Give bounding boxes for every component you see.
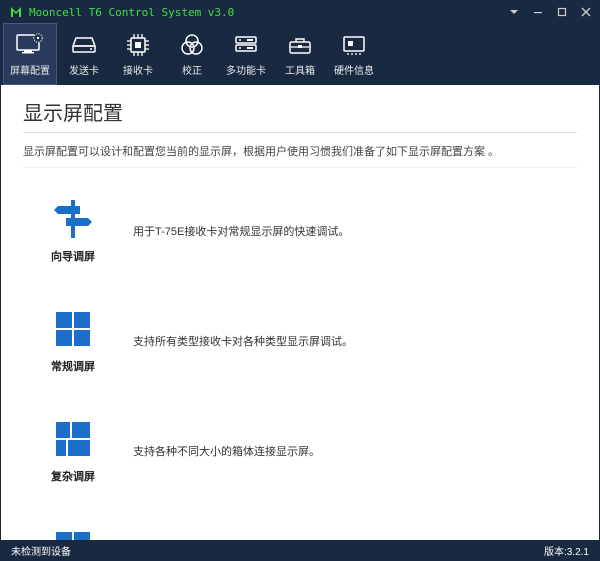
- hardware-info-icon: [339, 31, 369, 59]
- grid-2x2-icon: [52, 308, 94, 350]
- app-title: Mooncell T6 Control System v3.0: [29, 6, 509, 19]
- toolbar: 屏幕配置 发送卡 接收卡 校正 多功能卡: [1, 23, 599, 85]
- rgb-overlap-icon: [177, 31, 207, 59]
- tab-sender-card[interactable]: 发送卡: [57, 23, 111, 85]
- toolbar-label: 硬件信息: [334, 62, 374, 77]
- status-device: 未检测到设备: [11, 543, 544, 558]
- dropdown-icon[interactable]: [509, 7, 519, 17]
- tab-calibration[interactable]: 校正: [165, 23, 219, 85]
- toolbar-label: 工具箱: [285, 62, 315, 77]
- divider: [23, 132, 577, 133]
- option-label: 复杂调屏: [51, 468, 95, 484]
- toolbar-label: 校正: [182, 62, 202, 77]
- toolbox-icon: [285, 31, 315, 59]
- option-desc: 支持各种不同大小的箱体连接显示屏。: [133, 443, 320, 459]
- toolbar-label: 发送卡: [69, 62, 99, 77]
- page-subtitle: 显示屏配置可以设计和配置您当前的显示屏，根据用户使用习惯我们准备了如下显示屏配置…: [23, 143, 577, 159]
- hdd-icon: [69, 31, 99, 59]
- grid-irregular-icon: [52, 418, 94, 460]
- option-wizard[interactable]: 向导调屏 用于T-75E接收卡对常规显示屏的快速调试。: [23, 198, 577, 264]
- option-label: 常规调屏: [51, 358, 95, 374]
- tab-hardware[interactable]: 硬件信息: [327, 23, 381, 85]
- chip-icon: [123, 31, 153, 59]
- option-desc: 支持所有类型接收卡对各种类型显示屏调试。: [133, 333, 353, 349]
- close-button[interactable]: [581, 7, 591, 17]
- option-regular[interactable]: 常规调屏 支持所有类型接收卡对各种类型显示屏调试。: [23, 308, 577, 374]
- status-version: 版本:3.2.1: [544, 543, 589, 558]
- tab-multi-card[interactable]: 多功能卡: [219, 23, 273, 85]
- option-inspect[interactable]: 巡检 支持接收卡数据巡检和发送卡修复。: [23, 528, 577, 540]
- option-complex[interactable]: 复杂调屏 支持各种不同大小的箱体连接显示屏。: [23, 418, 577, 484]
- divider: [23, 167, 577, 168]
- server-icon: [231, 31, 261, 59]
- toolbar-label: 接收卡: [123, 62, 153, 77]
- toolbar-label: 多功能卡: [226, 62, 266, 77]
- tab-toolbox[interactable]: 工具箱: [273, 23, 327, 85]
- signpost-icon: [52, 198, 94, 240]
- option-desc: 用于T-75E接收卡对常规显示屏的快速调试。: [133, 223, 349, 239]
- maximize-button[interactable]: [557, 7, 567, 17]
- grid-partial-icon: [52, 528, 94, 540]
- page-title: 显示屏配置: [23, 97, 577, 126]
- statusbar: 未检测到设备 版本:3.2.1: [1, 540, 599, 560]
- titlebar: Mooncell T6 Control System v3.0: [1, 1, 599, 23]
- option-label: 向导调屏: [51, 248, 95, 264]
- content-area: 显示屏配置 显示屏配置可以设计和配置您当前的显示屏，根据用户使用习惯我们准备了如…: [1, 85, 599, 540]
- tab-receiver-card[interactable]: 接收卡: [111, 23, 165, 85]
- monitor-gear-icon: [15, 31, 45, 59]
- minimize-button[interactable]: [533, 7, 543, 17]
- tab-screen-config[interactable]: 屏幕配置: [3, 23, 57, 85]
- toolbar-label: 屏幕配置: [10, 62, 50, 77]
- app-logo-icon: [9, 5, 23, 19]
